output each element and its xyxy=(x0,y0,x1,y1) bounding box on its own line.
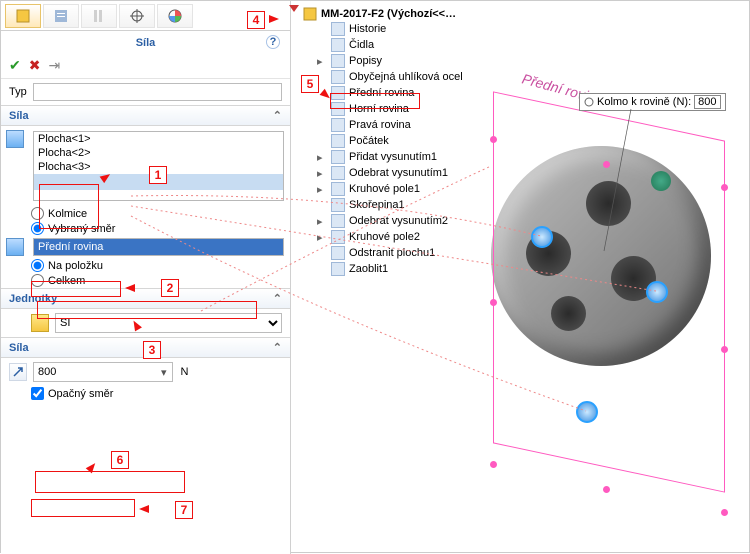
tree-item[interactable]: Odebrat vysunutím2 xyxy=(349,215,448,227)
tab-config[interactable] xyxy=(81,4,117,28)
plane-boundingbox[interactable] xyxy=(493,91,725,492)
list-item[interactable]: Plocha<1> xyxy=(34,132,283,146)
pattern-icon xyxy=(331,230,345,244)
callout-3: 3 xyxy=(143,341,161,359)
tree-item[interactable]: Skořepina1 xyxy=(349,199,405,211)
lock-icon xyxy=(584,97,594,107)
tree-item[interactable]: Popisy xyxy=(349,55,382,67)
force-value-input[interactable] xyxy=(33,362,173,382)
tree-item[interactable]: Kruhové pole2 xyxy=(349,231,420,243)
panel-title-text: Síla xyxy=(136,37,156,49)
force-value-dropdown[interactable]: ▾ xyxy=(161,366,167,379)
force-tooltip: Kolmo k rovině (N): 800 xyxy=(579,93,726,111)
tab-appearance[interactable] xyxy=(157,4,193,28)
callout-6: 6 xyxy=(111,451,129,469)
origin-icon xyxy=(331,134,345,148)
panel-title: Síla ? xyxy=(1,31,290,53)
shell-icon xyxy=(331,198,345,212)
type-input[interactable] xyxy=(33,83,282,101)
radio-na-polozku[interactable]: Na položku xyxy=(1,258,290,273)
radio-na-polozku-label: Na položku xyxy=(48,260,103,272)
type-label: Typ xyxy=(9,86,27,98)
chevron-up-icon: ⌃ xyxy=(273,341,282,354)
fillet-icon xyxy=(331,262,345,276)
tab-dim[interactable] xyxy=(119,4,155,28)
check-opacny-smer[interactable]: Opačný směr xyxy=(1,386,290,401)
direction-selected[interactable]: Přední rovina xyxy=(33,238,284,256)
tab-property[interactable] xyxy=(43,4,79,28)
tree-item[interactable]: Historie xyxy=(349,23,386,35)
tree-item[interactable]: Kruhové pole1 xyxy=(349,183,420,195)
annotations-icon xyxy=(331,54,345,68)
ok-button[interactable]: ✔ xyxy=(9,57,21,74)
direction-select-icon[interactable] xyxy=(6,238,24,256)
force-direction-icon[interactable] xyxy=(9,363,27,381)
part-icon xyxy=(303,7,317,21)
pin-button[interactable]: ⇥ xyxy=(48,57,60,74)
pattern-icon xyxy=(331,182,345,196)
callout-2: 2 xyxy=(161,279,179,297)
chevron-up-icon: ⌃ xyxy=(273,109,282,122)
callout-1: 1 xyxy=(149,166,167,184)
tree-item[interactable]: Přidat vysunutím1 xyxy=(349,151,437,163)
tooltip-label: Kolmo k rovině (N): xyxy=(597,96,691,108)
face-select-icon[interactable] xyxy=(6,130,24,148)
material-icon xyxy=(331,70,345,84)
check-opacny-label: Opačný směr xyxy=(48,388,113,400)
tree-item[interactable]: Obyčejná uhlíková ocel xyxy=(349,71,463,83)
callout-7: 7 xyxy=(175,501,193,519)
callout-5: 5 xyxy=(301,75,319,93)
help-icon[interactable]: ? xyxy=(266,35,280,49)
force-unit: N xyxy=(181,366,189,378)
tree-item[interactable]: Pravá rovina xyxy=(349,119,411,131)
cut-icon xyxy=(331,214,345,228)
delete-face-icon xyxy=(331,246,345,260)
tree-root-label[interactable]: MM-2017-F2 (Výchozí<<… xyxy=(321,8,456,20)
section-sila-label: Síla xyxy=(9,110,29,122)
cancel-button[interactable]: ✖ xyxy=(29,57,41,74)
type-row: Typ xyxy=(1,79,290,105)
chevron-up-icon: ⌃ xyxy=(273,292,282,305)
callout-4: 4 xyxy=(247,11,265,29)
plane-icon xyxy=(331,118,345,132)
feature-tree[interactable]: MM-2017-F2 (Výchozí<<… Historie Čidla ▸P… xyxy=(303,7,503,277)
tab-feature[interactable] xyxy=(5,4,41,28)
tree-item[interactable]: Odstranit plochu1 xyxy=(349,247,435,259)
tree-item[interactable]: Počátek xyxy=(349,135,389,147)
history-icon xyxy=(331,22,345,36)
tooltip-value[interactable]: 800 xyxy=(694,95,720,109)
tree-item[interactable]: Čidla xyxy=(349,39,374,51)
list-item[interactable]: Plocha<2> xyxy=(34,146,283,160)
section-sila2-label: Síla xyxy=(9,342,29,354)
sensors-icon xyxy=(331,38,345,52)
section-sila-head[interactable]: Síla ⌃ xyxy=(1,105,290,126)
extrude-icon xyxy=(331,150,345,164)
tree-item[interactable]: Odebrat vysunutím1 xyxy=(349,167,448,179)
flyout-arrow-icon[interactable] xyxy=(289,5,299,18)
confirm-row: ✔ ✖ ⇥ xyxy=(1,53,290,79)
tree-item[interactable]: Zaoblit1 xyxy=(349,263,388,275)
cut-icon xyxy=(331,166,345,180)
